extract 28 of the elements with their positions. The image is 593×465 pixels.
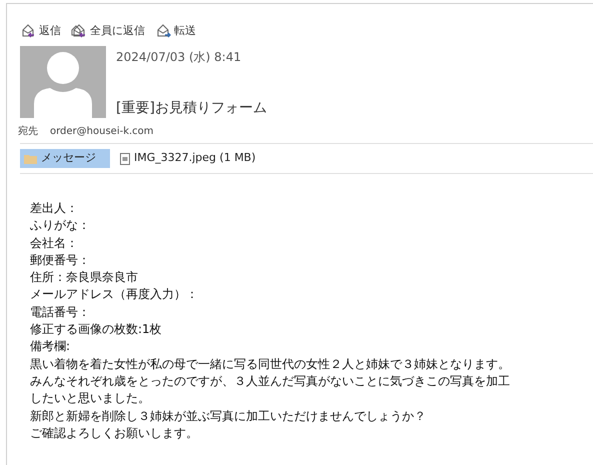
body-text: 差出人： (30, 200, 79, 217)
folder-icon (24, 154, 37, 164)
message-tab[interactable]: メッセージ (20, 149, 110, 168)
body-text: 新郎と新婦を削除し３姉妹が並ぶ写真に加工いただけませんでしょうか？ (30, 408, 427, 425)
body-text: 会社名： (30, 234, 79, 252)
reply-button[interactable]: 返信 (20, 22, 61, 40)
body-text: 備考欄: (30, 338, 72, 356)
body-text: したいと思いました。 (30, 390, 151, 408)
message-subject: [重要]お見積りフォーム (116, 99, 267, 118)
recipient-address: order@housei-k.com (50, 124, 154, 138)
body-text: みんなそれぞれ歳をとったのですが、３人並んだ写真がないことに気づきこの写真を加工 (30, 372, 511, 390)
body-text: 黒い着物を着た女性が私の母で一緒に写る同世代の女性２人と姉妹で３姉妹となります。 (30, 356, 511, 373)
reply-all-button[interactable]: 全員に返信 (71, 22, 145, 40)
body-text: ご確認よろしくお願いします。 (30, 424, 199, 442)
avatar-icon (20, 46, 106, 118)
envelopes-arrow-icon (71, 24, 87, 38)
body-text: メールアドレス（再度入力）： (30, 286, 199, 304)
body-text: ふりがな： (30, 217, 91, 234)
to-label: 宛先 (18, 124, 38, 138)
forward-button[interactable]: 転送 (155, 22, 196, 40)
file-icon (120, 152, 130, 164)
body-text: 郵便番号： (30, 252, 91, 269)
body-text: 電話番号： (30, 304, 91, 321)
message-date: 2024/07/03 (水) 8:41 (116, 49, 242, 66)
body-text: 修正する画像の枚数:1枚 (30, 321, 163, 338)
envelope-arrow-icon (20, 24, 36, 38)
envelope-arrow-icon (155, 24, 171, 38)
body-text: 住所：奈良県奈良市 (30, 269, 139, 286)
